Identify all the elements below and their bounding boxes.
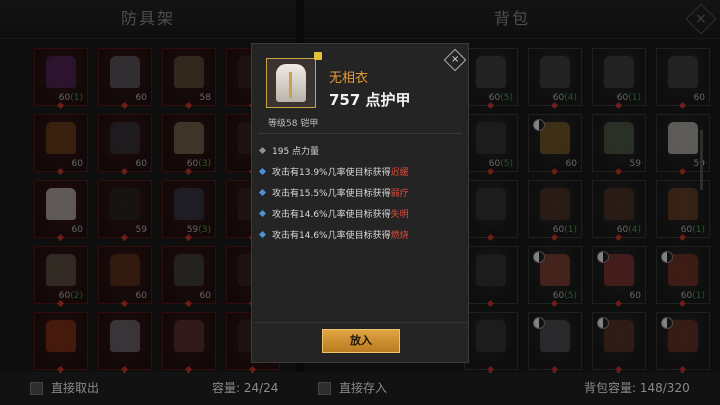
effect-status: 燃烧	[390, 231, 409, 241]
bullet-icon	[258, 146, 267, 155]
robe-icon	[276, 64, 306, 102]
take-out-label: 直接取出	[51, 381, 100, 395]
bullet-icon	[258, 167, 267, 176]
store-in-label: 直接存入	[339, 381, 388, 395]
effect-status: 弱疗	[390, 189, 409, 199]
item-tooltip: 无相衣 757 点护甲 等级58 铠甲 × 195 点力量 攻击有13.9%几率…	[251, 43, 469, 363]
effect-line: 攻击有13.9%几率使目标获得迟缓	[258, 165, 409, 178]
bullet-icon	[258, 209, 267, 218]
take-out-checkbox[interactable]	[30, 382, 43, 395]
effect-line: 攻击有15.5%几率使目标获得弱疗	[258, 186, 409, 199]
effect-line: 攻击有14.6%几率使目标获得失明	[258, 207, 409, 220]
store-in-toggle[interactable]: 直接存入	[318, 372, 387, 405]
take-out-toggle[interactable]: 直接取出	[30, 372, 99, 405]
backpack-capacity: 背包容量: 148/320	[584, 381, 690, 395]
divider	[252, 322, 468, 323]
item-thumbnail	[266, 58, 316, 108]
effect-text: 攻击有13.9%几率使目标获得	[272, 168, 391, 178]
bullet-icon	[258, 188, 267, 197]
tooltip-close-button[interactable]: ×	[443, 48, 467, 72]
base-stat: 195 点力量	[258, 144, 320, 157]
item-name: 无相衣	[329, 71, 369, 86]
effect-status: 迟缓	[390, 168, 409, 178]
effect-text: 攻击有14.6%几率使目标获得	[272, 210, 391, 220]
effect-text: 攻击有14.6%几率使目标获得	[272, 231, 391, 241]
item-armor: 757 点护甲	[329, 91, 411, 109]
effect-status: 失明	[390, 210, 409, 220]
effect-text: 攻击有15.5%几率使目标获得	[272, 189, 391, 199]
effect-line: 攻击有14.6%几率使目标获得燃烧	[258, 228, 409, 241]
base-stat-text: 195 点力量	[272, 147, 320, 157]
divider	[258, 133, 462, 134]
put-in-button[interactable]: 放入	[322, 329, 400, 353]
close-icon: ×	[450, 53, 460, 65]
bullet-icon	[258, 230, 267, 239]
store-in-checkbox[interactable]	[318, 382, 331, 395]
lock-icon	[314, 52, 322, 60]
rack-capacity: 容量: 24/24	[212, 381, 279, 395]
item-level-type: 等级58 铠甲	[268, 119, 319, 129]
